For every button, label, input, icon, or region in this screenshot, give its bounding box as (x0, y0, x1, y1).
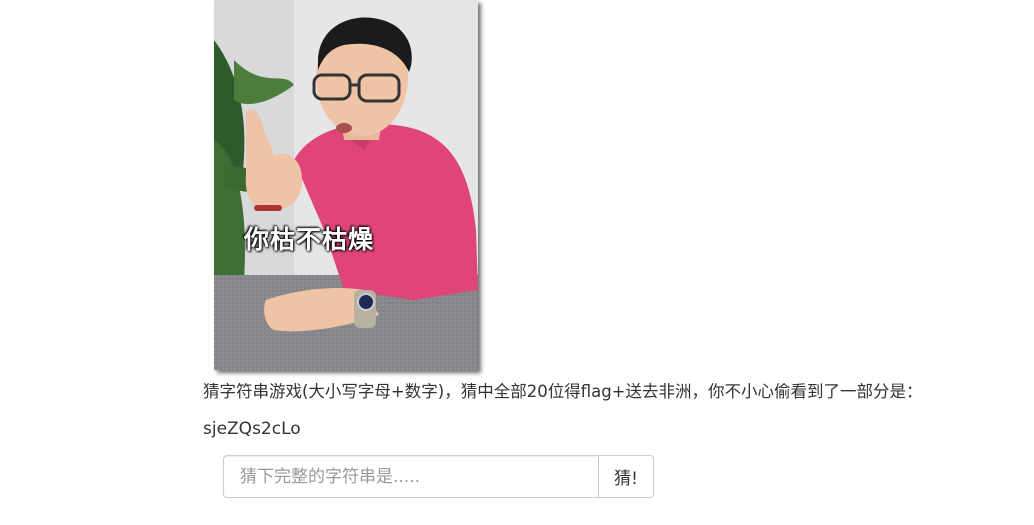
meme-caption: 你枯不枯燥 (244, 225, 375, 254)
guess-button[interactable]: 猜! (598, 455, 654, 498)
page: 你枯不枯燥 猜字符串游戏(大小写字母+数字)，猜中全部20位得flag+送去非洲… (0, 0, 1034, 525)
game-rules-text: 猜字符串游戏(大小写字母+数字)，猜中全部20位得flag+送去非洲，你不小心偷… (203, 382, 923, 401)
meme-image: 你枯不枯燥 (214, 0, 478, 370)
partial-string: sjeZQs2cLo (203, 419, 301, 439)
guess-input[interactable] (223, 455, 598, 498)
meme-illustration (214, 0, 478, 370)
guess-form: 猜! (223, 455, 654, 498)
